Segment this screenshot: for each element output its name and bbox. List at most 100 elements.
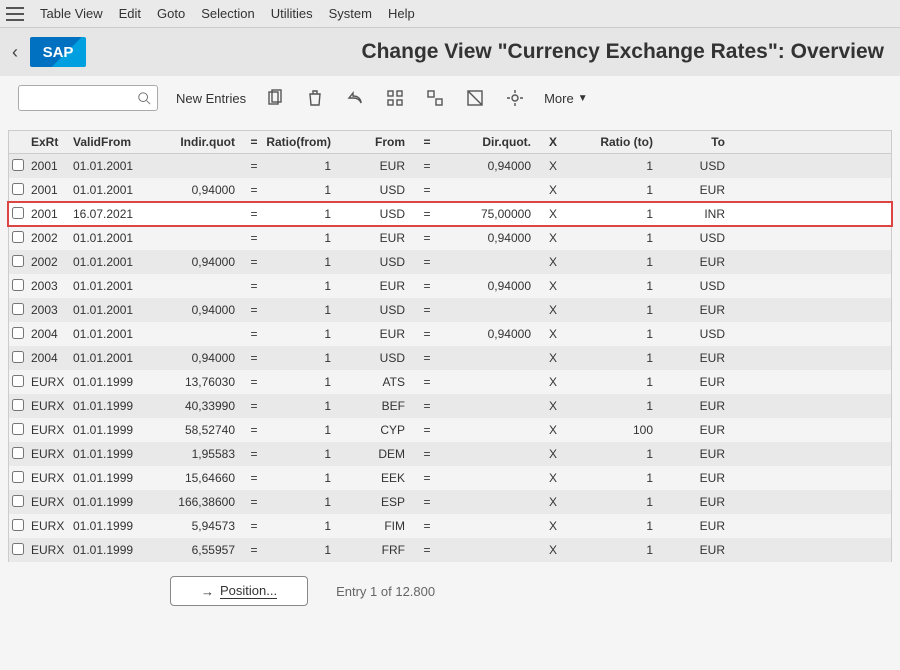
row-select-checkbox[interactable]	[12, 303, 24, 315]
cell-to[interactable]: EUR	[677, 423, 735, 437]
col-dir-quot[interactable]: Dir.quot.	[439, 135, 539, 149]
more-menu[interactable]: More ▼	[544, 91, 588, 106]
row-select-checkbox[interactable]	[12, 255, 24, 267]
table-row[interactable]: 200301.01.20010,94000=1USD=X1EUR	[8, 298, 892, 322]
cell-to[interactable]: EUR	[677, 471, 735, 485]
cell-from[interactable]: USD	[355, 303, 415, 317]
cell-ratio-to[interactable]: 1	[567, 207, 677, 221]
cell-valid[interactable]: 01.01.2001	[73, 351, 161, 365]
cell-dir-quot[interactable]: 0,94000	[439, 327, 539, 341]
cell-indir-quot[interactable]: 15,64660	[161, 471, 243, 485]
cell-dir-quot[interactable]: 75,00000	[439, 207, 539, 221]
deselect-all-icon[interactable]	[464, 87, 486, 109]
cell-valid[interactable]: 01.01.2001	[73, 303, 161, 317]
cell-to[interactable]: EUR	[677, 399, 735, 413]
cell-valid[interactable]: 01.01.1999	[73, 471, 161, 485]
command-field[interactable]	[18, 85, 158, 111]
table-row[interactable]: 200301.01.2001=1EUR=0,94000X1USD	[8, 274, 892, 298]
cell-exrt[interactable]: 2001	[27, 183, 73, 197]
cell-from[interactable]: FIM	[355, 519, 415, 533]
cell-ratio-to[interactable]: 1	[567, 159, 677, 173]
cell-ratio-from[interactable]: 1	[265, 183, 355, 197]
cell-ratio-from[interactable]: 1	[265, 375, 355, 389]
table-row[interactable]: EURX01.01.199958,52740=1CYP=X100EUR	[8, 418, 892, 442]
cell-exrt[interactable]: EURX	[27, 519, 73, 533]
row-select-checkbox[interactable]	[12, 279, 24, 291]
cell-from[interactable]: ATS	[355, 375, 415, 389]
cell-exrt[interactable]: EURX	[27, 375, 73, 389]
cell-ratio-from[interactable]: 1	[265, 159, 355, 173]
delete-icon[interactable]	[304, 87, 326, 109]
table-row[interactable]: 200201.01.20010,94000=1USD=X1EUR	[8, 250, 892, 274]
cell-to[interactable]: EUR	[677, 183, 735, 197]
cell-from[interactable]: USD	[355, 183, 415, 197]
cell-exrt[interactable]: EURX	[27, 471, 73, 485]
table-row[interactable]: EURX01.01.19995,94573=1FIM=X1EUR	[8, 514, 892, 538]
cell-to[interactable]: EUR	[677, 519, 735, 533]
cell-ratio-to[interactable]: 1	[567, 543, 677, 557]
cell-to[interactable]: EUR	[677, 543, 735, 557]
cell-ratio-from[interactable]: 1	[265, 231, 355, 245]
cell-ratio-from[interactable]: 1	[265, 279, 355, 293]
cell-valid[interactable]: 01.01.1999	[73, 399, 161, 413]
cell-ratio-to[interactable]: 1	[567, 471, 677, 485]
cell-to[interactable]: USD	[677, 231, 735, 245]
cell-from[interactable]: CYP	[355, 423, 415, 437]
table-row[interactable]: EURX01.01.1999166,38600=1ESP=X1EUR	[8, 490, 892, 514]
cell-dir-quot[interactable]: 0,94000	[439, 279, 539, 293]
row-select-checkbox[interactable]	[12, 399, 24, 411]
menu-system[interactable]: System	[329, 6, 372, 21]
cell-ratio-from[interactable]: 1	[265, 399, 355, 413]
cell-valid[interactable]: 01.01.2001	[73, 183, 161, 197]
col-to[interactable]: To	[677, 135, 735, 149]
cell-ratio-to[interactable]: 1	[567, 495, 677, 509]
menu-utilities[interactable]: Utilities	[271, 6, 313, 21]
cell-ratio-from[interactable]: 1	[265, 447, 355, 461]
copy-as-icon[interactable]	[264, 87, 286, 109]
cell-exrt[interactable]: 2002	[27, 255, 73, 269]
cell-ratio-to[interactable]: 1	[567, 327, 677, 341]
col-indir-quot[interactable]: Indir.quot	[161, 135, 243, 149]
row-select-checkbox[interactable]	[12, 519, 24, 531]
cell-ratio-to[interactable]: 1	[567, 231, 677, 245]
row-select-checkbox[interactable]	[12, 423, 24, 435]
cell-exrt[interactable]: 2001	[27, 207, 73, 221]
table-row[interactable]: EURX01.01.199915,64660=1EEK=X1EUR	[8, 466, 892, 490]
cell-indir-quot[interactable]: 0,94000	[161, 255, 243, 269]
col-valid-from[interactable]: ValidFrom	[73, 135, 161, 149]
cell-exrt[interactable]: EURX	[27, 399, 73, 413]
cell-from[interactable]: USD	[355, 207, 415, 221]
cell-ratio-to[interactable]: 1	[567, 183, 677, 197]
table-row[interactable]: EURX01.01.19996,55957=1FRF=X1EUR	[8, 538, 892, 562]
cell-ratio-from[interactable]: 1	[265, 495, 355, 509]
select-block-icon[interactable]	[424, 87, 446, 109]
table-row[interactable]: 200116.07.2021=1USD=75,00000X1INR	[8, 202, 892, 226]
cell-valid[interactable]: 01.01.2001	[73, 279, 161, 293]
cell-valid[interactable]: 01.01.1999	[73, 375, 161, 389]
menu-hamburger-icon[interactable]	[6, 7, 24, 21]
config-icon[interactable]	[504, 87, 526, 109]
cell-to[interactable]: EUR	[677, 495, 735, 509]
row-select-checkbox[interactable]	[12, 375, 24, 387]
table-row[interactable]: 200401.01.2001=1EUR=0,94000X1USD	[8, 322, 892, 346]
table-row[interactable]: EURX01.01.199940,33990=1BEF=X1EUR	[8, 394, 892, 418]
cell-exrt[interactable]: 2001	[27, 159, 73, 173]
cell-ratio-to[interactable]: 1	[567, 399, 677, 413]
cell-to[interactable]: INR	[677, 207, 735, 221]
cell-from[interactable]: EEK	[355, 471, 415, 485]
cell-ratio-to[interactable]: 1	[567, 351, 677, 365]
table-row[interactable]: 200101.01.2001=1EUR=0,94000X1USD	[8, 154, 892, 178]
cell-ratio-to[interactable]: 1	[567, 519, 677, 533]
cell-from[interactable]: FRF	[355, 543, 415, 557]
cell-ratio-from[interactable]: 1	[265, 543, 355, 557]
cell-ratio-from[interactable]: 1	[265, 207, 355, 221]
cell-indir-quot[interactable]: 0,94000	[161, 303, 243, 317]
cell-ratio-from[interactable]: 1	[265, 303, 355, 317]
position-button[interactable]: → Position...	[170, 576, 308, 606]
cell-indir-quot[interactable]: 58,52740	[161, 423, 243, 437]
row-select-checkbox[interactable]	[12, 327, 24, 339]
row-select-checkbox[interactable]	[12, 495, 24, 507]
row-select-checkbox[interactable]	[12, 471, 24, 483]
cell-valid[interactable]: 01.01.2001	[73, 231, 161, 245]
cell-valid[interactable]: 01.01.1999	[73, 543, 161, 557]
